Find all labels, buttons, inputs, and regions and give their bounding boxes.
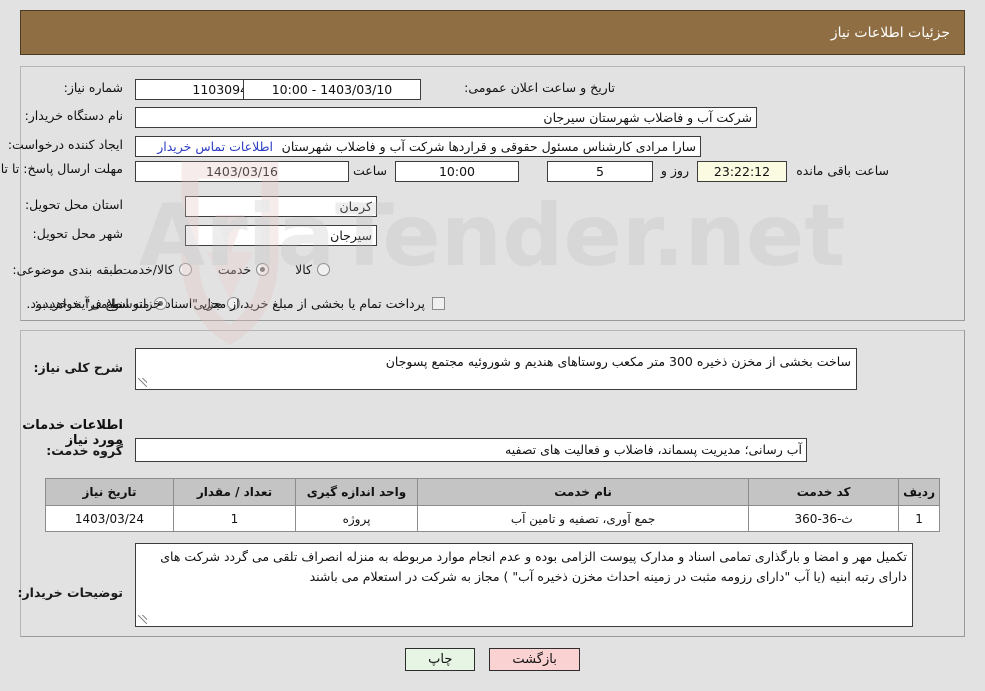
services-table: ردیف کد خدمت نام خدمت واحد اندازه گیری ت… xyxy=(45,478,940,532)
radio-icon-kala-khedmat[interactable] xyxy=(178,263,192,276)
payment-note-group: پرداخت تمام یا بخشی از مبلغ خرید،از محل … xyxy=(26,296,445,311)
description-textarea[interactable]: ساخت بخشی از مخزن ذخیره 300 متر مکعب روس… xyxy=(135,348,857,390)
payment-note-text: پرداخت تمام یا بخشی از مبلغ خرید،از محل … xyxy=(26,296,425,311)
row-deadline-label: مهلت ارسال پاسخ: تا تاریخ: xyxy=(0,160,123,177)
page-title: جزئیات اطلاعات نیاز xyxy=(830,24,950,41)
buyer-contact-link[interactable]: اطلاعات تماس خریدار xyxy=(157,139,273,154)
table-row: 1 ث-36-360 جمع آوری، تصفیه و تامین آب پر… xyxy=(45,505,940,532)
announce-label: تاریخ و ساعت اعلان عمومی: xyxy=(464,80,615,95)
column-unit: واحد اندازه گیری xyxy=(295,478,418,506)
row-announce-label: تاریخ و ساعت اعلان عمومی: xyxy=(464,80,615,95)
radio-icon-kala[interactable] xyxy=(317,263,330,276)
cell-unit: پروژه xyxy=(295,505,418,532)
row-need-number: شماره نیاز: xyxy=(64,80,123,95)
cell-code: ث-36-360 xyxy=(748,505,900,532)
page-root: جزئیات اطلاعات نیاز AriaTender.net شماره… xyxy=(0,0,985,691)
radio-icon-khedmat[interactable] xyxy=(256,263,270,276)
category-option-khedmat[interactable]: خدمت xyxy=(217,262,270,277)
table-header-row: ردیف کد خدمت نام خدمت واحد اندازه گیری ت… xyxy=(45,478,940,506)
column-date: تاریخ نیاز xyxy=(45,478,174,506)
deadline-label: مهلت ارسال پاسخ: تا تاریخ: xyxy=(0,161,123,176)
row-requester: ایجاد کننده درخواست: xyxy=(8,137,123,152)
column-code: کد خدمت xyxy=(748,478,900,506)
cell-date: 1403/03/24 xyxy=(45,505,174,532)
cell-radif: 1 xyxy=(898,505,940,532)
category-option-kala-khedmat[interactable]: کالا/خدمت xyxy=(119,262,192,277)
buyer-notes-textarea[interactable]: تکمیل مهر و امضا و بارگذاری تمامی اسناد … xyxy=(135,543,913,627)
city-value: سیرجان xyxy=(185,225,377,246)
service-group-value: آب رسانی؛ مدیریت پسماند، فاضلاب و فعالیت… xyxy=(135,438,807,462)
action-buttons: بازگشت چاپ xyxy=(0,648,985,671)
category-radio-group: کالا خدمت کالا/خدمت xyxy=(119,262,330,277)
deadline-countdown-label: ساعت باقی مانده xyxy=(796,163,889,178)
deadline-countdown: 23:22:12 xyxy=(697,161,787,182)
back-button[interactable]: بازگشت xyxy=(489,648,580,671)
category-option-kala-khedmat-label: کالا/خدمت xyxy=(119,262,174,277)
buyer-org-value: شرکت آب و فاضلاب شهرستان سیرجان xyxy=(135,107,757,128)
row-province: استان محل تحویل: xyxy=(25,197,123,212)
city-label: شهر محل تحویل: xyxy=(32,226,123,241)
requester-label: ایجاد کننده درخواست: xyxy=(7,137,123,152)
category-option-kala[interactable]: کالا xyxy=(295,262,330,277)
page-header: جزئیات اطلاعات نیاز xyxy=(20,10,965,55)
row-buyer-org: نام دستگاه خریدار: xyxy=(25,108,123,123)
buyer-org-label: نام دستگاه خریدار: xyxy=(24,108,123,123)
print-button[interactable]: چاپ xyxy=(405,648,476,671)
column-name: نام خدمت xyxy=(416,478,750,506)
deadline-days: 5 xyxy=(547,161,653,182)
category-label: طبقه بندی موضوعی: xyxy=(12,262,123,277)
service-group-label: گروه خدمت: xyxy=(46,443,123,458)
buyer-notes-label: توضیحات خریدار: xyxy=(17,585,123,600)
deadline-date: 1403/03/16 xyxy=(135,161,349,182)
column-radif: ردیف xyxy=(898,478,940,506)
category-option-kala-label: کالا xyxy=(295,262,312,277)
province-label: استان محل تحویل: xyxy=(24,197,123,212)
deadline-days-label: روز و xyxy=(660,163,689,178)
row-city: شهر محل تحویل: xyxy=(33,226,123,241)
province-value: کرمان xyxy=(185,196,377,217)
need-number-label: شماره نیاز: xyxy=(63,80,123,95)
deadline-hour-label: ساعت xyxy=(352,163,387,178)
announce-value: 1403/03/10 - 10:00 xyxy=(243,79,421,100)
checkbox-icon-payment-note[interactable] xyxy=(432,297,445,310)
category-option-khedmat-label: خدمت xyxy=(217,262,252,277)
deadline-hour: 10:00 xyxy=(395,161,519,182)
cell-qty: 1 xyxy=(173,505,296,532)
row-category: طبقه بندی موضوعی: xyxy=(12,262,123,277)
column-qty: تعداد / مقدار xyxy=(173,478,296,506)
description-label: شرح کلی نیاز: xyxy=(33,360,123,375)
need-info-panel xyxy=(20,66,965,321)
cell-name: جمع آوری، تصفیه و تامین آب xyxy=(416,505,750,532)
